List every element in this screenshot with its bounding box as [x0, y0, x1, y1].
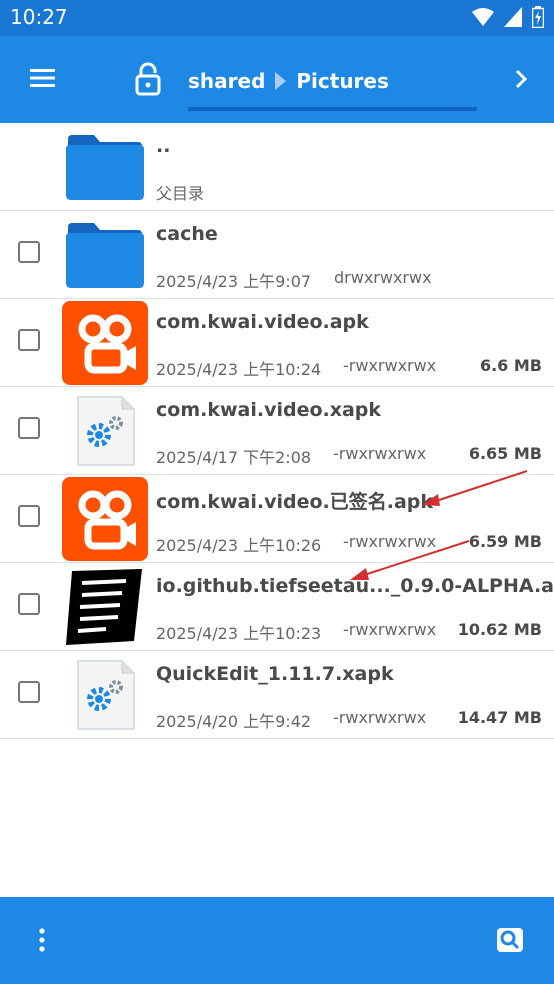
wifi-icon — [472, 8, 494, 26]
file-date: 2025/4/17 下午2:08 — [156, 448, 312, 467]
breadcrumb: shared Pictures — [188, 69, 389, 93]
file-list: .. 父目录 cache 2025/4/23 上午9:07 drwxrwxrwx… — [0, 123, 554, 739]
bottom-bar — [0, 897, 554, 984]
file-name: .. — [156, 135, 171, 157]
file-name: cache — [156, 223, 218, 245]
lock-icon[interactable] — [134, 62, 162, 96]
settings-file-icon — [77, 660, 135, 730]
settings-file-icon — [77, 396, 135, 466]
file-permissions: -rwxrwxrwx — [333, 444, 427, 463]
file-date: 2025/4/23 上午10:24 — [156, 360, 322, 379]
file-name: com.kwai.video.xapk — [156, 399, 382, 421]
file-size: 14.47 MB — [457, 708, 542, 727]
file-date: 2025/4/23 上午9:07 — [156, 272, 312, 291]
file-name: com.kwai.video.已签名.apk — [156, 491, 434, 513]
folder-icon — [66, 223, 144, 288]
select-checkbox[interactable] — [18, 681, 40, 703]
breadcrumb-separator-icon — [275, 72, 287, 90]
file-name: com.kwai.video.apk — [156, 311, 369, 333]
file-permissions: drwxrwxrwx — [334, 268, 432, 287]
select-checkbox[interactable] — [18, 505, 40, 527]
kwai-app-icon — [62, 477, 148, 561]
file-date: 2025/4/23 上午10:23 — [156, 624, 322, 643]
signal-icon — [504, 7, 522, 27]
search-icon[interactable] — [496, 927, 524, 953]
list-item[interactable]: com.kwai.video.apk 2025/4/23 上午10:24 -rw… — [0, 299, 554, 387]
more-vertical-icon[interactable] — [36, 927, 48, 953]
list-item[interactable]: QuickEdit_1.11.7.xapk 2025/4/20 上午9:42 -… — [0, 651, 554, 739]
list-item[interactable]: com.kwai.video.xapk 2025/4/17 下午2:08 -rw… — [0, 387, 554, 475]
list-item[interactable]: cache 2025/4/23 上午9:07 drwxrwxrwx — [0, 211, 554, 299]
file-date: 2025/4/23 上午10:26 — [156, 536, 322, 555]
select-checkbox[interactable] — [18, 417, 40, 439]
breadcrumb-underline — [188, 107, 477, 111]
select-checkbox[interactable] — [18, 329, 40, 351]
kwai-app-icon — [62, 301, 148, 385]
file-permissions: -rwxrwxrwx — [343, 532, 437, 551]
file-name: QuickEdit_1.11.7.xapk — [156, 663, 394, 685]
file-size: 6.6 MB — [479, 356, 542, 375]
status-icons — [472, 6, 544, 28]
file-permissions: -rwxrwxrwx — [343, 620, 437, 639]
breadcrumb-item-shared[interactable]: shared — [188, 69, 265, 93]
file-permissions: -rwxrwxrwx — [333, 708, 427, 727]
file-date: 2025/4/20 上午9:42 — [156, 712, 312, 731]
file-name: io.github.tiefseetau..._0.9.0-ALPHA.apk — [156, 575, 554, 597]
breadcrumb-item-pictures[interactable]: Pictures — [296, 69, 389, 93]
select-checkbox[interactable] — [18, 593, 40, 615]
select-checkbox[interactable] — [18, 241, 40, 263]
hamburger-menu-icon[interactable] — [28, 66, 58, 90]
battery-icon — [532, 6, 544, 28]
folder-icon — [66, 135, 144, 200]
list-item[interactable]: com.kwai.video.已签名.apk 2025/4/23 上午10:26… — [0, 475, 554, 563]
chevron-right-icon[interactable] — [510, 68, 532, 90]
file-permissions: -rwxrwxrwx — [343, 356, 437, 375]
file-size: 6.65 MB — [468, 444, 542, 463]
file-size: 10.62 MB — [457, 620, 542, 639]
list-item[interactable]: io.github.tiefseetau..._0.9.0-ALPHA.apk … — [0, 563, 554, 651]
toolbar: shared Pictures — [0, 36, 554, 123]
status-bar: 10:27 — [0, 0, 554, 36]
list-item-parent-directory[interactable]: .. 父目录 — [0, 123, 554, 211]
file-size: 6.59 MB — [468, 532, 542, 551]
status-time: 10:27 — [10, 5, 68, 29]
parent-directory-label: 父目录 — [156, 184, 205, 203]
document-app-icon — [66, 569, 142, 645]
